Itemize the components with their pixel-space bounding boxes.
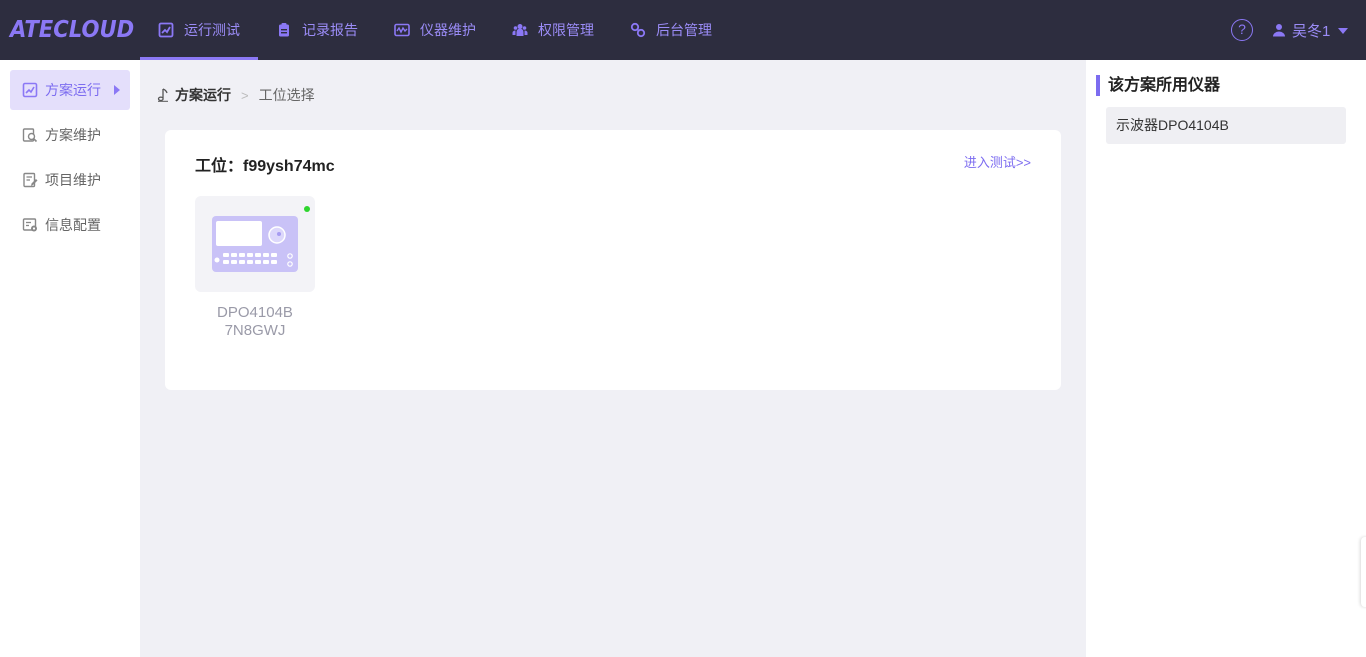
sidebar-item-label: 项目维护 <box>45 172 101 188</box>
top-bar: ATECLOUD 运行测试 记录报告 仪器维护 权限管理 后台管理 ? 吴冬1 <box>0 0 1366 60</box>
floating-side-tab[interactable] <box>1361 537 1366 607</box>
sidebar-item-label: 方案维护 <box>45 127 101 143</box>
help-icon[interactable]: ? <box>1231 19 1253 41</box>
breadcrumb: 方案运行 > 工位选择 <box>156 85 315 105</box>
device-serial: 7N8GWJ <box>224 322 286 339</box>
sidebar-item-label: 信息配置 <box>45 217 101 233</box>
nav-item-label: 权限管理 <box>538 22 594 38</box>
oscilloscope-icon <box>212 216 298 272</box>
chevron-down-icon <box>1338 28 1349 34</box>
nav-item-label: 记录报告 <box>302 22 358 38</box>
user-name: 吴冬1 <box>1292 22 1331 40</box>
breadcrumb-separator: > <box>241 87 249 103</box>
config-icon <box>22 217 38 233</box>
chart-icon <box>22 82 38 98</box>
user-menu[interactable]: 吴冬1 <box>1272 20 1349 40</box>
sidebar-item-info-config[interactable]: 信息配置 <box>10 205 130 245</box>
device-tile <box>195 196 315 292</box>
settings-icon <box>630 22 646 38</box>
app-logo: ATECLOUD <box>10 17 135 43</box>
doc-edit-icon <box>22 172 38 188</box>
station-title: 工位：f99ysh74mc <box>195 158 335 175</box>
nav-item-permission[interactable]: 权限管理 <box>494 0 612 60</box>
nav-item-record-report[interactable]: 记录报告 <box>258 0 376 60</box>
breadcrumb-item-station-select: 工位选择 <box>258 87 315 103</box>
device-model: DPO4104B <box>217 304 293 321</box>
main-nav: 运行测试 记录报告 仪器维护 权限管理 后台管理 <box>140 0 730 60</box>
sidebar: 方案运行 方案维护 项目维护 信息配置 <box>0 60 140 657</box>
device-card[interactable]: DPO4104B 7N8GWJ <box>195 196 315 340</box>
user-icon <box>1272 23 1292 37</box>
station-card: 工位：f99ysh74mc 进入测试>> DPO4104B 7N8GWJ <box>165 130 1061 390</box>
music-note-icon <box>156 88 175 102</box>
chevron-right-icon <box>114 85 120 95</box>
nav-item-backend[interactable]: 后台管理 <box>612 0 730 60</box>
sidebar-item-plan-run[interactable]: 方案运行 <box>10 70 130 110</box>
sidebar-item-plan-maintain[interactable]: 方案维护 <box>10 115 130 155</box>
nav-item-instrument[interactable]: 仪器维护 <box>376 0 494 60</box>
nav-item-label: 仪器维护 <box>420 22 476 38</box>
nav-item-label: 后台管理 <box>656 22 712 38</box>
sidebar-item-project-maintain[interactable]: 项目维护 <box>10 160 130 200</box>
chart-icon <box>158 22 174 38</box>
nav-item-label: 运行测试 <box>184 22 240 38</box>
online-status-dot <box>304 206 310 212</box>
breadcrumb-item-plan-run[interactable]: 方案运行 <box>175 85 231 105</box>
instrument-list-item: 示波器DPO4104B <box>1106 107 1346 144</box>
users-icon <box>512 22 528 38</box>
sidebar-item-label: 方案运行 <box>45 82 101 98</box>
instrument-panel-title: 该方案所用仪器 <box>1096 75 1220 97</box>
clipboard-icon <box>276 22 292 38</box>
enter-test-link[interactable]: 进入测试>> <box>964 152 1031 171</box>
instrument-icon <box>394 22 410 38</box>
search-doc-icon <box>22 127 38 143</box>
device-label: DPO4104B 7N8GWJ <box>195 304 315 340</box>
nav-item-run-test[interactable]: 运行测试 <box>140 0 258 60</box>
instrument-panel: 该方案所用仪器 示波器DPO4104B <box>1086 60 1366 657</box>
